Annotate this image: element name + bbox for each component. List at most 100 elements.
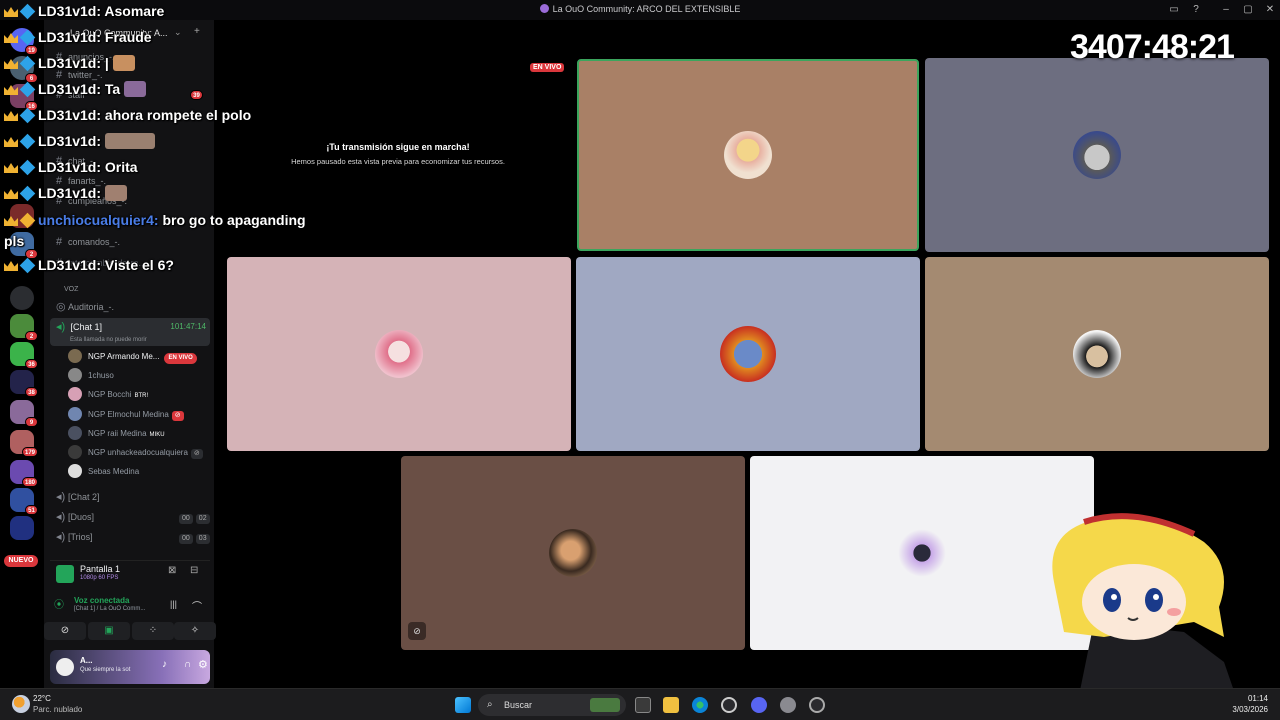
- inbox-icon[interactable]: ▭: [1164, 2, 1184, 18]
- weather-icon[interactable]: [12, 695, 30, 713]
- mascot-eye: [1145, 588, 1163, 612]
- gear-icon[interactable]: ⚙: [198, 658, 208, 671]
- voice-member[interactable]: NGP Armando Me... EN VIVO: [68, 349, 197, 365]
- weather-temperature[interactable]: 22°C: [33, 694, 51, 703]
- invite-icon[interactable]: +: [194, 26, 200, 37]
- server-icon[interactable]: 180: [10, 460, 38, 487]
- chat-message-continued: pls: [4, 233, 24, 257]
- camera-off-button[interactable]: ⊘: [44, 622, 86, 640]
- crown-icon: [4, 261, 18, 271]
- voice-member[interactable]: NGP Elmochul Medina ⊘: [68, 407, 184, 423]
- server-icon[interactable]: 9: [10, 400, 38, 427]
- task-view-icon[interactable]: [635, 697, 651, 713]
- noise-suppression-icon[interactable]: |||: [170, 599, 177, 609]
- video-tile[interactable]: [401, 456, 745, 650]
- member-name: Sebas Medina: [88, 467, 140, 476]
- soundboard-button[interactable]: ✧: [174, 622, 216, 640]
- weather-condition[interactable]: Parc. nublado: [33, 705, 82, 714]
- voice-category[interactable]: VOZ: [50, 281, 210, 299]
- voice-channel[interactable]: ◂) [Duos] 00 02: [50, 508, 210, 526]
- edge-icon[interactable]: [692, 697, 708, 713]
- start-icon[interactable]: [455, 697, 471, 713]
- mascot-blush: [1167, 608, 1181, 616]
- browser-icon[interactable]: [721, 697, 737, 713]
- minimize-button[interactable]: –: [1216, 2, 1236, 18]
- stop-stream-icon[interactable]: ⊠: [168, 565, 176, 576]
- chat-message: LD31v1d: ahora rompete el polo: [4, 107, 251, 131]
- chat-text: Viste el 6?: [104, 257, 174, 273]
- avatar: [68, 387, 82, 401]
- avatar[interactable]: [56, 658, 74, 676]
- maximize-button[interactable]: ▢: [1238, 2, 1258, 18]
- video-tile[interactable]: [925, 58, 1269, 252]
- speaker-icon: ◂): [56, 531, 66, 543]
- disconnect-icon[interactable]: ⌒: [192, 598, 202, 613]
- member-tag: MIKU: [149, 432, 165, 438]
- clock-time[interactable]: 01:14: [1248, 694, 1268, 703]
- unread-badge: 39: [190, 90, 203, 100]
- search-icon: ⌕: [487, 699, 493, 710]
- crown-icon: [4, 137, 18, 147]
- user-count: 00: [179, 534, 193, 544]
- server-icon[interactable]: [10, 516, 34, 540]
- chat-username: LD31v1d:: [38, 133, 102, 149]
- server-icon[interactable]: 179: [10, 430, 38, 457]
- new-badge[interactable]: NUEVO: [4, 555, 38, 567]
- avatar: [68, 407, 82, 421]
- chat-message: LD31v1d:: [4, 133, 155, 157]
- video-tile[interactable]: [925, 257, 1269, 451]
- channel-label: [Trios]: [68, 532, 93, 542]
- app-icon[interactable]: [809, 697, 825, 713]
- server-icon[interactable]: 36: [10, 342, 38, 369]
- crown-icon: [4, 216, 18, 226]
- voice-member[interactable]: NGP raii Medina MIKU: [68, 426, 165, 442]
- user-status: Que siempre la sot: [80, 667, 131, 673]
- channel-label: [Chat 2]: [68, 492, 100, 502]
- voice-member[interactable]: 1chuso: [68, 368, 114, 384]
- diamond-icon: [19, 133, 36, 150]
- voice-member[interactable]: Sebas Medina: [68, 464, 139, 480]
- chat-username: LD31v1d:: [38, 81, 102, 97]
- server-icon[interactable]: 51: [10, 488, 38, 515]
- voice-member[interactable]: NGP Bocchi BTR!: [68, 387, 148, 403]
- close-button[interactable]: ✕: [1260, 2, 1280, 18]
- crown-icon: [4, 7, 18, 17]
- chat-message: LD31v1d: Fraude: [4, 29, 152, 53]
- video-tile[interactable]: [577, 59, 919, 251]
- server-icon[interactable]: 38: [10, 370, 38, 397]
- activities-button[interactable]: ⁘: [132, 622, 174, 640]
- voice-channel[interactable]: ◂) [Chat 2]: [50, 488, 210, 506]
- settings-icon[interactable]: [780, 697, 796, 713]
- discover-icon[interactable]: [10, 286, 34, 310]
- microphone-icon[interactable]: ♪: [162, 659, 167, 670]
- screen-share-icon: [56, 565, 74, 583]
- video-tile[interactable]: [227, 257, 571, 451]
- search-highlight-icon: [590, 698, 620, 712]
- voice-member[interactable]: NGP unhackeadocualquiera ⊘: [68, 445, 203, 461]
- avatar: [1073, 330, 1121, 378]
- voice-channel[interactable]: ◂) [Trios] 00 03: [50, 528, 210, 546]
- video-tile[interactable]: [576, 257, 920, 451]
- chat-username: LD31v1d:: [38, 107, 102, 123]
- search-label: Buscar: [504, 700, 533, 710]
- crown-icon: [4, 59, 18, 69]
- screen-share-button[interactable]: ▣: [88, 622, 130, 640]
- help-icon[interactable]: ?: [1186, 2, 1206, 18]
- discord-icon[interactable]: [751, 697, 767, 713]
- emote-icon: [104, 185, 127, 201]
- voice-status: Voz conectada: [74, 596, 130, 605]
- chevron-down-icon[interactable]: ⌄: [174, 27, 182, 38]
- stream-settings-icon[interactable]: ⊟: [190, 565, 198, 576]
- voice-channel[interactable]: ◎ Auditoria_-.: [50, 298, 210, 316]
- search-box[interactable]: ⌕ Buscar: [478, 694, 626, 716]
- member-name: 1chuso: [88, 371, 114, 380]
- clock-date[interactable]: 3/03/2026: [1232, 705, 1268, 714]
- voice-channel-name[interactable]: [Chat 1] / La OuO Comm...: [74, 606, 145, 612]
- headphones-icon[interactable]: ∩: [184, 659, 191, 670]
- chat-message: LD31v1d: Ta: [4, 81, 147, 105]
- active-voice-channel[interactable]: ◂) [Chat 1] 101:47:14 Esta llamada no pu…: [50, 318, 210, 346]
- file-explorer-icon[interactable]: [663, 697, 679, 713]
- server-icon[interactable]: 2: [10, 314, 38, 341]
- crown-icon: [4, 33, 18, 43]
- avatar: [898, 529, 946, 577]
